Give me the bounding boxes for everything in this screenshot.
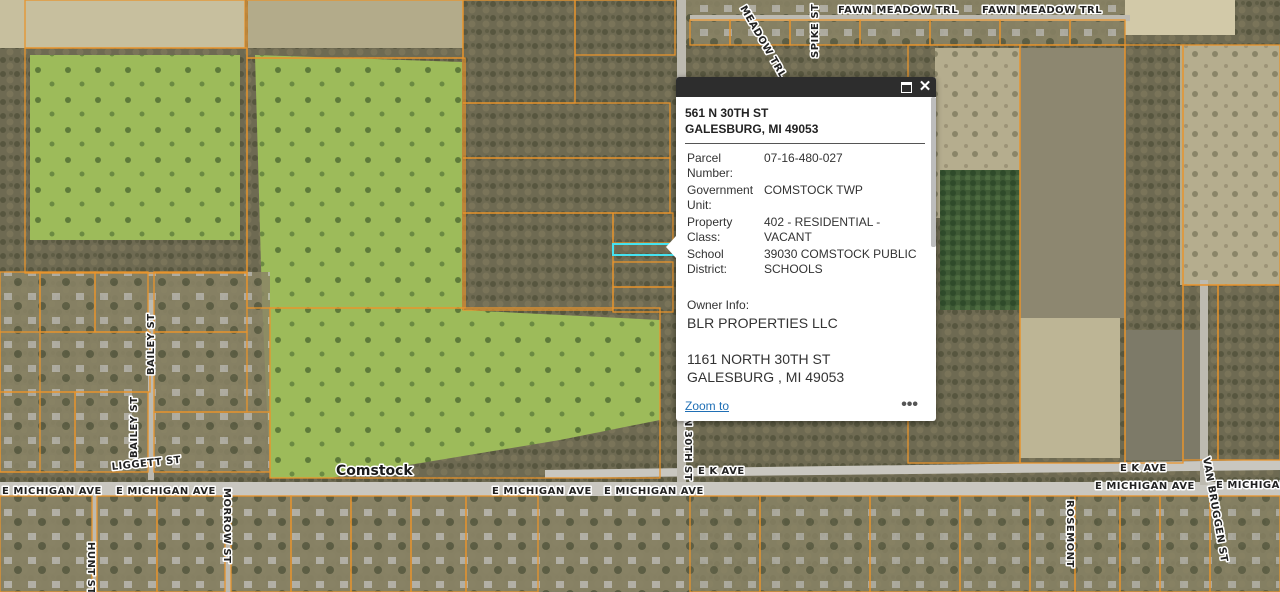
street-label: HUNT ST bbox=[85, 542, 96, 592]
address-line: 561 N 30TH ST bbox=[685, 106, 769, 120]
field-area bbox=[0, 0, 245, 48]
owner-address-line1: 1161 NORTH 30TH ST bbox=[687, 351, 831, 367]
attribute-table: Parcel Number: 07-16-480-027 Government … bbox=[685, 151, 926, 279]
residential-area bbox=[0, 496, 690, 592]
popup-title: 561 N 30TH ST GALESBURG, MI 49053 bbox=[685, 105, 925, 144]
street-label: E MICHIGAN AVE bbox=[2, 486, 102, 497]
field-area bbox=[248, 0, 463, 48]
field-area bbox=[1125, 0, 1235, 35]
street-label: ROSEMONT bbox=[1064, 500, 1075, 568]
open-land bbox=[1180, 45, 1280, 285]
place-label: Comstock bbox=[336, 463, 413, 479]
quarry-area bbox=[1125, 330, 1205, 460]
street-label: BAILEY ST bbox=[146, 313, 157, 375]
popup-footer: Zoom to ••• bbox=[676, 393, 936, 421]
attribute-value: 07-16-480-027 bbox=[764, 151, 843, 165]
maximize-icon[interactable] bbox=[898, 79, 914, 95]
attribute-row: Government Unit: COMSTOCK TWP bbox=[685, 183, 926, 215]
street-label: BAILEY ST bbox=[129, 396, 140, 458]
attribute-value: 39030 COMSTOCK PUBLIC SCHOOLS bbox=[764, 247, 917, 276]
field-area bbox=[1020, 318, 1120, 458]
popup-header: ✕ bbox=[676, 77, 936, 97]
popup-body[interactable]: 561 N 30TH ST GALESBURG, MI 49053 Parcel… bbox=[676, 97, 936, 389]
owner-address-line2: GALESBURG , MI 49053 bbox=[687, 369, 845, 385]
street-label: N 30TH ST bbox=[682, 418, 693, 481]
attribute-key: Parcel Number: bbox=[687, 151, 734, 180]
attribute-row: Parcel Number: 07-16-480-027 bbox=[685, 151, 926, 183]
attribute-key: Government Unit: bbox=[687, 183, 754, 212]
zoom-to-link[interactable]: Zoom to bbox=[685, 399, 729, 413]
close-icon[interactable]: ✕ bbox=[917, 79, 933, 95]
owner-info-label: Owner Info: bbox=[687, 298, 750, 312]
street-label: FAWN MEADOW TRL bbox=[838, 5, 958, 16]
street-label: SPIKE ST bbox=[810, 4, 821, 58]
street-label: E MICHIGAN AVE bbox=[1095, 481, 1195, 492]
attribute-value: COMSTOCK TWP bbox=[764, 183, 863, 197]
street-label: E K AVE bbox=[698, 466, 745, 477]
street-label: E MICHIGAN AVE bbox=[492, 486, 592, 497]
forest-area bbox=[940, 170, 1020, 310]
parcel-popup: ✕ 561 N 30TH ST GALESBURG, MI 49053 Parc… bbox=[666, 77, 936, 421]
van-bruggen-road bbox=[1200, 280, 1208, 485]
attribute-row: School District: 39030 COMSTOCK PUBLIC S… bbox=[685, 247, 926, 279]
open-land bbox=[1020, 48, 1125, 318]
owner-name: BLR PROPERTIES LLC bbox=[687, 315, 838, 331]
popup-scrollbar[interactable] bbox=[931, 97, 936, 247]
attribute-row: Property Class: 402 - RESIDENTIAL - VACA… bbox=[685, 215, 926, 247]
aerial-map[interactable]: Comstock FAWN MEADOW TRL FAWN MEADOW TRL… bbox=[0, 0, 1280, 592]
street-label: E K AVE bbox=[1120, 463, 1167, 474]
golf-course-west bbox=[30, 55, 240, 240]
street-label: E MICHIGAN AVE bbox=[116, 486, 216, 497]
attribute-key: Property Class: bbox=[687, 215, 733, 244]
popup-pointer bbox=[666, 236, 676, 258]
city-line: GALESBURG, MI 49053 bbox=[685, 122, 819, 136]
more-options-icon[interactable]: ••• bbox=[901, 396, 918, 414]
street-label: FAWN MEADOW TRL bbox=[982, 5, 1102, 16]
street-label: E MICHIGAN AVE bbox=[604, 486, 704, 497]
attribute-value: 402 - RESIDENTIAL - VACANT bbox=[764, 215, 881, 244]
attribute-key: School District: bbox=[687, 247, 727, 276]
residential-area bbox=[690, 496, 1280, 592]
street-label: E MICHIGAN bbox=[1216, 480, 1280, 491]
street-label: MORROW ST bbox=[221, 488, 232, 563]
